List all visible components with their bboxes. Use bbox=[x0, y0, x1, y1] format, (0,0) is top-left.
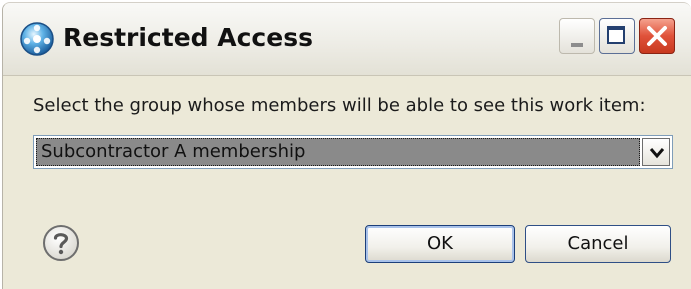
close-icon bbox=[647, 26, 667, 46]
maximize-icon bbox=[607, 26, 625, 44]
group-select-value[interactable]: Subcontractor A membership bbox=[36, 138, 640, 166]
cancel-button[interactable]: Cancel bbox=[525, 225, 671, 263]
group-select[interactable]: Subcontractor A membership bbox=[33, 135, 673, 169]
app-globe-icon bbox=[19, 21, 55, 57]
help-icon[interactable] bbox=[41, 223, 81, 263]
group-select-dropdown-button[interactable] bbox=[642, 138, 670, 166]
window-title: Restricted Access bbox=[63, 23, 313, 52]
minimize-icon bbox=[571, 43, 583, 47]
ok-button[interactable]: OK bbox=[365, 225, 515, 263]
chevron-down-icon bbox=[649, 148, 665, 159]
restricted-access-dialog: Restricted Access Select the group whose… bbox=[2, 2, 691, 289]
maximize-button[interactable] bbox=[599, 18, 635, 54]
instruction-label: Select the group whose members will be a… bbox=[33, 95, 646, 116]
close-button[interactable] bbox=[639, 18, 675, 54]
title-bar[interactable]: Restricted Access bbox=[3, 3, 691, 76]
minimize-button[interactable] bbox=[559, 18, 595, 54]
